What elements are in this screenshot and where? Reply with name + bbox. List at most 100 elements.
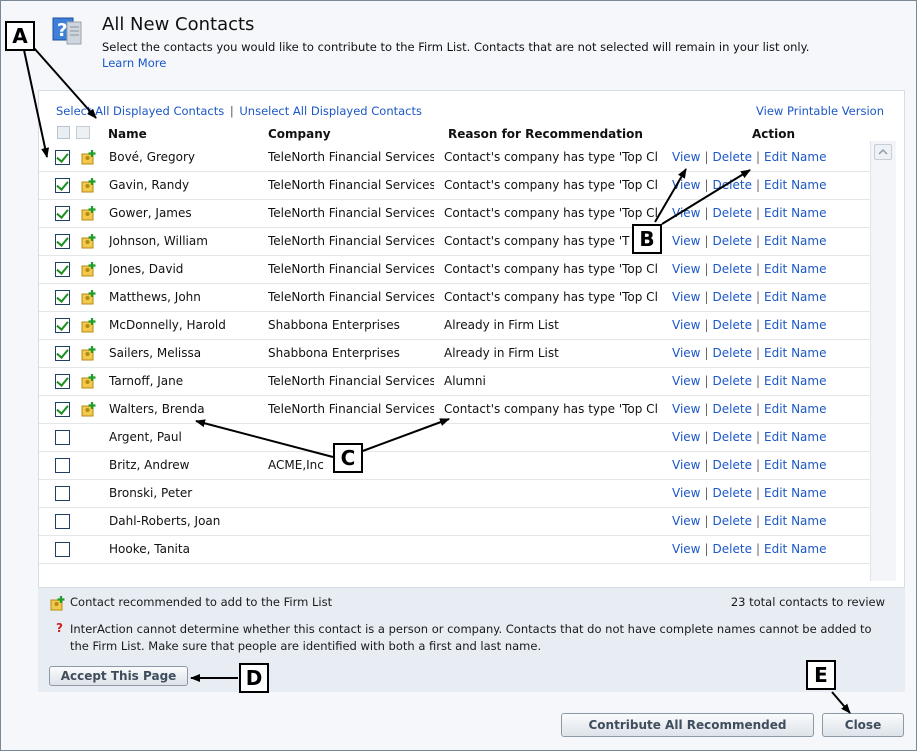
unknown-type-icon: ? bbox=[56, 621, 63, 635]
delete-link[interactable]: Delete bbox=[713, 290, 752, 304]
row-checkbox[interactable] bbox=[55, 402, 70, 417]
table-row: Gavin, Randy TeleNorth Financial Services… bbox=[39, 172, 870, 200]
edit-name-link[interactable]: Edit Name bbox=[764, 458, 826, 472]
row-checkbox[interactable] bbox=[55, 318, 70, 333]
delete-link[interactable]: Delete bbox=[713, 150, 752, 164]
view-link[interactable]: View bbox=[672, 402, 700, 416]
recommended-contact-icon bbox=[81, 402, 96, 417]
column-header-name[interactable]: Name bbox=[108, 127, 147, 141]
callout-c: C bbox=[333, 443, 363, 473]
edit-name-link[interactable]: Edit Name bbox=[764, 290, 826, 304]
row-actions: View | Delete | Edit Name bbox=[672, 374, 872, 388]
delete-link[interactable]: Delete bbox=[713, 514, 752, 528]
warning-text: InterAction cannot determine whether thi… bbox=[70, 622, 872, 653]
delete-link[interactable]: Delete bbox=[713, 374, 752, 388]
row-checkbox[interactable] bbox=[55, 262, 70, 277]
edit-name-link[interactable]: Edit Name bbox=[764, 402, 826, 416]
view-link[interactable]: View bbox=[672, 290, 700, 304]
row-checkbox[interactable] bbox=[55, 206, 70, 221]
header-recommend-icon bbox=[76, 126, 90, 139]
action-separator: | bbox=[704, 374, 709, 388]
delete-link[interactable]: Delete bbox=[713, 262, 752, 276]
scroll-up-button[interactable] bbox=[874, 144, 892, 160]
edit-name-link[interactable]: Edit Name bbox=[764, 430, 826, 444]
delete-link[interactable]: Delete bbox=[713, 458, 752, 472]
contribute-all-button[interactable]: Contribute All Recommended bbox=[561, 713, 814, 737]
callout-a: A bbox=[5, 21, 35, 51]
action-separator: | bbox=[704, 290, 709, 304]
view-link[interactable]: View bbox=[672, 346, 700, 360]
edit-name-link[interactable]: Edit Name bbox=[764, 346, 826, 360]
contact-name: Walters, Brenda bbox=[109, 402, 205, 416]
action-separator: | bbox=[704, 150, 709, 164]
close-button[interactable]: Close bbox=[822, 713, 904, 737]
view-link[interactable]: View bbox=[672, 318, 700, 332]
contact-name: Tarnoff, Jane bbox=[109, 374, 184, 388]
printable-version-link[interactable]: View Printable Version bbox=[756, 104, 884, 118]
delete-link[interactable]: Delete bbox=[713, 430, 752, 444]
vertical-scrollbar[interactable] bbox=[870, 141, 896, 581]
column-header-company[interactable]: Company bbox=[268, 127, 331, 141]
contacts-panel: Select All Displayed Contacts | Unselect… bbox=[38, 90, 905, 588]
view-link[interactable]: View bbox=[672, 458, 700, 472]
contact-name: Sailers, Melissa bbox=[109, 346, 202, 360]
row-checkbox[interactable] bbox=[55, 542, 70, 557]
edit-name-link[interactable]: Edit Name bbox=[764, 150, 826, 164]
header-checkbox[interactable] bbox=[57, 126, 70, 139]
row-checkbox[interactable] bbox=[55, 458, 70, 473]
view-link[interactable]: View bbox=[672, 430, 700, 444]
view-link[interactable]: View bbox=[672, 178, 700, 192]
delete-link[interactable]: Delete bbox=[713, 346, 752, 360]
row-checkbox[interactable] bbox=[55, 346, 70, 361]
delete-link[interactable]: Delete bbox=[713, 178, 752, 192]
recommended-contact-icon bbox=[81, 290, 96, 305]
contact-name: Johnson, William bbox=[109, 234, 208, 248]
delete-link[interactable]: Delete bbox=[713, 542, 752, 556]
row-checkbox[interactable] bbox=[55, 486, 70, 501]
row-checkbox[interactable] bbox=[55, 430, 70, 445]
table-row: Gower, James TeleNorth Financial Services… bbox=[39, 200, 870, 228]
action-separator: | bbox=[755, 486, 761, 500]
view-link[interactable]: View bbox=[672, 206, 700, 220]
row-checkbox[interactable] bbox=[55, 514, 70, 529]
view-link[interactable]: View bbox=[672, 486, 700, 500]
view-link[interactable]: View bbox=[672, 262, 700, 276]
action-separator: | bbox=[755, 374, 761, 388]
edit-name-link[interactable]: Edit Name bbox=[764, 318, 826, 332]
edit-name-link[interactable]: Edit Name bbox=[764, 262, 826, 276]
learn-more-link[interactable]: Learn More bbox=[102, 56, 166, 70]
delete-link[interactable]: Delete bbox=[713, 486, 752, 500]
edit-name-link[interactable]: Edit Name bbox=[764, 178, 826, 192]
edit-name-link[interactable]: Edit Name bbox=[764, 514, 826, 528]
row-checkbox[interactable] bbox=[55, 150, 70, 165]
accept-page-button[interactable]: Accept This Page bbox=[49, 666, 188, 686]
view-link[interactable]: View bbox=[672, 150, 700, 164]
edit-name-link[interactable]: Edit Name bbox=[764, 234, 826, 248]
action-separator: | bbox=[704, 514, 709, 528]
view-link[interactable]: View bbox=[672, 514, 700, 528]
row-checkbox[interactable] bbox=[55, 374, 70, 389]
unselect-all-link[interactable]: Unselect All Displayed Contacts bbox=[239, 104, 422, 118]
delete-link[interactable]: Delete bbox=[713, 402, 752, 416]
row-checkbox[interactable] bbox=[55, 234, 70, 249]
view-link[interactable]: View bbox=[672, 234, 700, 248]
column-header-reason[interactable]: Reason for Recommendation bbox=[448, 127, 643, 141]
edit-name-link[interactable]: Edit Name bbox=[764, 374, 826, 388]
row-checkbox[interactable] bbox=[55, 178, 70, 193]
recommended-contact-icon bbox=[81, 178, 96, 193]
recommendation-reason: Alumni bbox=[444, 374, 486, 388]
delete-link[interactable]: Delete bbox=[713, 206, 752, 220]
select-all-link[interactable]: Select All Displayed Contacts bbox=[56, 104, 224, 118]
delete-link[interactable]: Delete bbox=[713, 234, 752, 248]
action-separator: | bbox=[704, 402, 709, 416]
view-link[interactable]: View bbox=[672, 542, 700, 556]
action-separator: | bbox=[755, 542, 761, 556]
delete-link[interactable]: Delete bbox=[713, 318, 752, 332]
table-row: Matthews, John TeleNorth Financial Servic… bbox=[39, 284, 870, 312]
edit-name-link[interactable]: Edit Name bbox=[764, 486, 826, 500]
view-link[interactable]: View bbox=[672, 374, 700, 388]
edit-name-link[interactable]: Edit Name bbox=[764, 206, 826, 220]
page-title: All New Contacts bbox=[102, 14, 255, 35]
edit-name-link[interactable]: Edit Name bbox=[764, 542, 826, 556]
row-checkbox[interactable] bbox=[55, 290, 70, 305]
